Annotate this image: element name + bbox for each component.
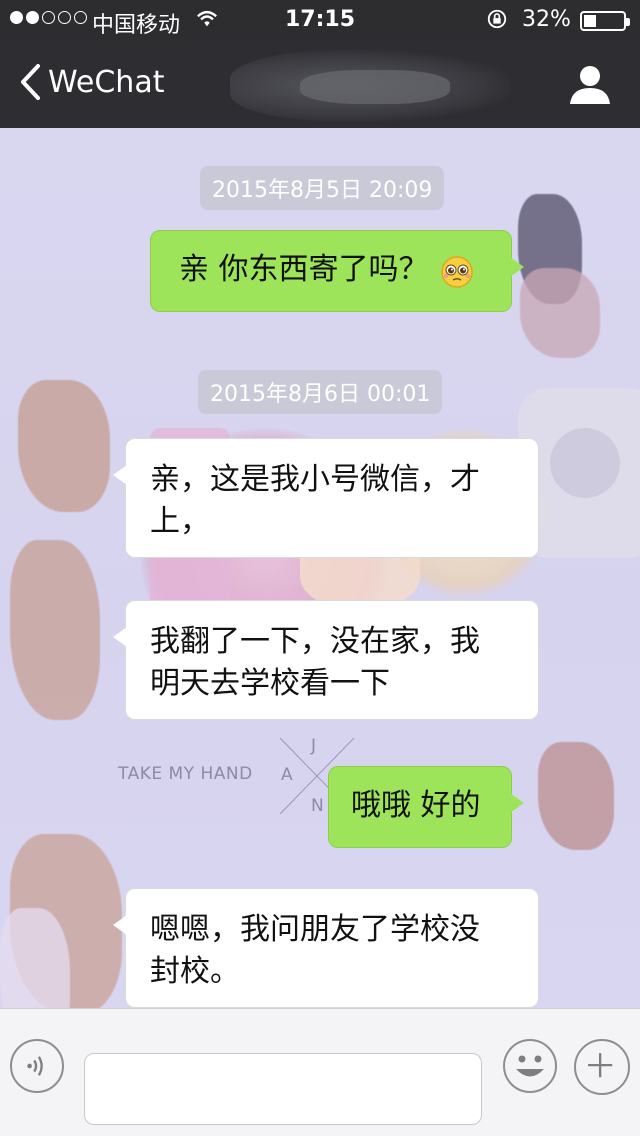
message-bubble-received[interactable]: 嗯嗯，我问朋友了学校没 封校。 bbox=[113, 888, 539, 1008]
redaction-scribble bbox=[300, 70, 450, 104]
nav-bar: WeChat bbox=[0, 40, 640, 128]
wallpaper-lens bbox=[550, 428, 620, 498]
wallpaper-caption: TAKE MY HAND bbox=[118, 764, 253, 784]
message-bubble-sent[interactable]: 亲 你东西寄了吗？ bbox=[150, 230, 524, 312]
message-bubble-received[interactable]: 亲，这是我小号微信，才 上， bbox=[113, 438, 539, 558]
redaction-scribble bbox=[520, 268, 600, 358]
wallpaper-letter-a: A bbox=[281, 765, 293, 785]
redacted-avatar-them-1 bbox=[18, 380, 110, 512]
message-text-line: 嗯嗯，我问朋友了学校没 bbox=[150, 912, 480, 947]
redacted-avatar-them-2 bbox=[10, 540, 100, 720]
message-text-line: 我翻了一下，没在家，我 bbox=[150, 624, 480, 659]
rotation-lock-icon bbox=[487, 9, 507, 29]
voice-button[interactable] bbox=[10, 1039, 64, 1093]
back-button[interactable]: WeChat bbox=[18, 62, 164, 102]
battery-percent: 32% bbox=[522, 7, 571, 32]
message-text-line: 上， bbox=[150, 504, 210, 539]
wallpaper-letter-n: N bbox=[311, 796, 324, 816]
pleading-face-emoji bbox=[440, 255, 473, 288]
message-text-line: 亲，这是我小号微信，才 bbox=[150, 462, 480, 497]
message-bubble-sent[interactable]: 哦哦 好的 bbox=[328, 766, 524, 848]
emoji-icon bbox=[503, 1039, 557, 1093]
person-icon[interactable] bbox=[568, 62, 612, 106]
message-text-line: 封校。 bbox=[150, 954, 240, 989]
message-timestamp: 2015年8月6日 00:01 bbox=[198, 370, 443, 414]
message-text: 哦哦 好的 bbox=[351, 788, 481, 823]
message-text-line: 明天去学校看一下 bbox=[150, 666, 390, 701]
chevron-left-icon bbox=[21, 64, 40, 100]
status-bar: 中国移动 17:15 32% bbox=[0, 0, 640, 40]
input-bar bbox=[0, 1008, 640, 1136]
message-text: 亲 你东西寄了吗？ bbox=[179, 252, 429, 287]
voice-icon bbox=[27, 1056, 43, 1076]
plus-icon bbox=[588, 1053, 613, 1078]
battery-icon bbox=[580, 11, 630, 31]
plus-button[interactable] bbox=[574, 1039, 630, 1095]
wallpaper-letter-j: J bbox=[311, 736, 317, 756]
message-bubble-received[interactable]: 我翻了一下，没在家，我 明天去学校看一下 bbox=[113, 600, 539, 720]
back-label: WeChat bbox=[48, 64, 165, 100]
redacted-avatar-me-2 bbox=[538, 742, 614, 850]
message-input[interactable] bbox=[84, 1053, 482, 1125]
message-timestamp: 2015年8月5日 20:09 bbox=[200, 166, 445, 210]
